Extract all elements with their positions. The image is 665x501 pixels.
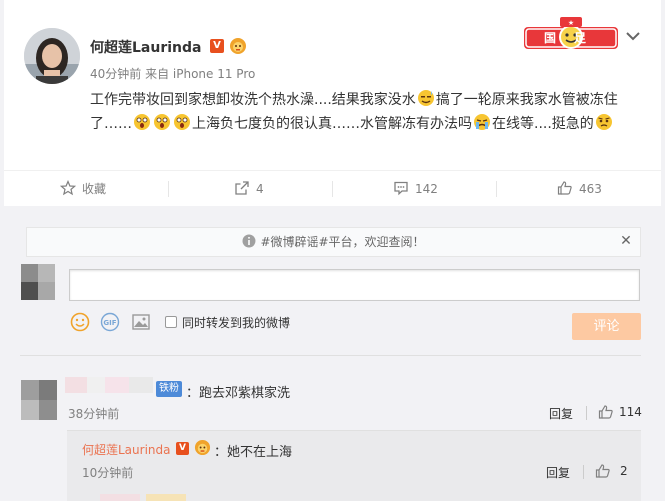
chevron-down-icon[interactable] (625, 28, 641, 42)
shocked-emoji-icon (134, 114, 150, 130)
my-avatar[interactable] (21, 264, 55, 300)
thumbs-up-icon[interactable] (595, 463, 611, 479)
thumbs-up-icon[interactable] (598, 404, 614, 420)
sub-reply-button[interactable]: 回复 (546, 464, 570, 481)
image-icon[interactable] (131, 312, 151, 332)
comment-like-count: 114 (619, 405, 642, 419)
close-icon[interactable]: ✕ (620, 233, 632, 249)
section-divider (20, 355, 641, 356)
sub-reply-time: 10分钟前 (82, 466, 134, 480)
action-divider (168, 181, 169, 197)
repost-checkbox-label: 同时转发到我的微博 (182, 316, 291, 330)
sub-reply-author[interactable]: 何超莲Laurinda (82, 441, 171, 458)
sub-reply-text: ：她不在上海 (214, 445, 293, 460)
next-sub-reply-blurred (100, 494, 186, 501)
comment-input[interactable] (69, 269, 640, 301)
action-divider (332, 181, 333, 197)
shocked-emoji-icon (174, 114, 190, 130)
thumbs-up-icon (557, 181, 572, 195)
author-avatar[interactable] (24, 28, 80, 84)
sweat-emoji-icon (417, 90, 434, 106)
lion-badge-icon (194, 439, 211, 456)
comment-count: 142 (415, 182, 438, 196)
repost-icon (235, 181, 249, 195)
crying-emoji-icon (474, 114, 490, 130)
notice-banner[interactable]: #微博辟谣#平台，欢迎查阅！ (26, 227, 641, 257)
post-text-part: 工作完带妆回到家想卸妆洗个热水澡....结果我家没水 (90, 92, 416, 108)
sub-reply-like-count: 2 (620, 464, 628, 478)
repost-checkbox[interactable] (165, 316, 177, 328)
info-icon (242, 234, 256, 248)
post-text: 工作完带妆回到家想卸妆洗个热水澡....结果我家没水 搞了一轮原来我家水管被冻住了… (90, 88, 646, 136)
favorite-button[interactable]: 收藏 (59, 171, 107, 207)
repost-button[interactable]: 4 (234, 171, 264, 207)
svg-text:★: ★ (568, 19, 574, 27)
commenter-name-blurred[interactable] (65, 375, 155, 395)
action-bar: 收藏 4 142 463 (4, 170, 661, 206)
like-count: 463 (579, 182, 602, 196)
shocked-emoji-icon (154, 114, 170, 130)
author-name[interactable]: 何超莲Laurinda (90, 37, 201, 57)
post-meta: 40分钟前 来自 iPhone 11 Pro (90, 67, 256, 81)
gif-icon[interactable]: GIF (100, 312, 120, 332)
svg-text:GIF: GIF (103, 319, 116, 327)
like-button[interactable]: 463 (557, 171, 602, 207)
commenter-avatar[interactable] (21, 380, 57, 420)
comment-submit-button[interactable]: 评论 (572, 313, 641, 340)
comment-text: ：跑去邓紫棋家洗 (186, 386, 291, 401)
comment-time: 38分钟前 (68, 407, 120, 421)
lion-badge-icon (229, 37, 247, 55)
favorite-label: 收藏 (82, 182, 107, 196)
worried-emoji-icon (595, 114, 612, 130)
reply-button[interactable]: 回复 (549, 405, 573, 422)
action-divider (583, 465, 584, 479)
comment-button[interactable]: 142 (393, 171, 438, 207)
verified-badge-icon: V (210, 39, 224, 53)
star-icon (59, 179, 77, 196)
comment-icon (394, 181, 408, 196)
action-divider (496, 181, 497, 197)
brand-badge-icon: ★ 国足加油 (524, 15, 618, 63)
notice-text: #微博辟谣#平台，欢迎查阅！ (260, 235, 425, 249)
fan-badge: 铁粉 (156, 381, 182, 397)
verified-badge-icon: V (176, 442, 189, 455)
post-text-part: 上海负七度负的很认真……水管解冻有办法吗 (192, 116, 472, 132)
brand-badge-text: 国足加油 (540, 31, 604, 63)
action-divider (586, 406, 587, 420)
emoji-icon[interactable] (70, 312, 90, 332)
repost-count: 4 (256, 182, 264, 196)
post-text-part: 在线等....挺急的 (492, 116, 594, 132)
